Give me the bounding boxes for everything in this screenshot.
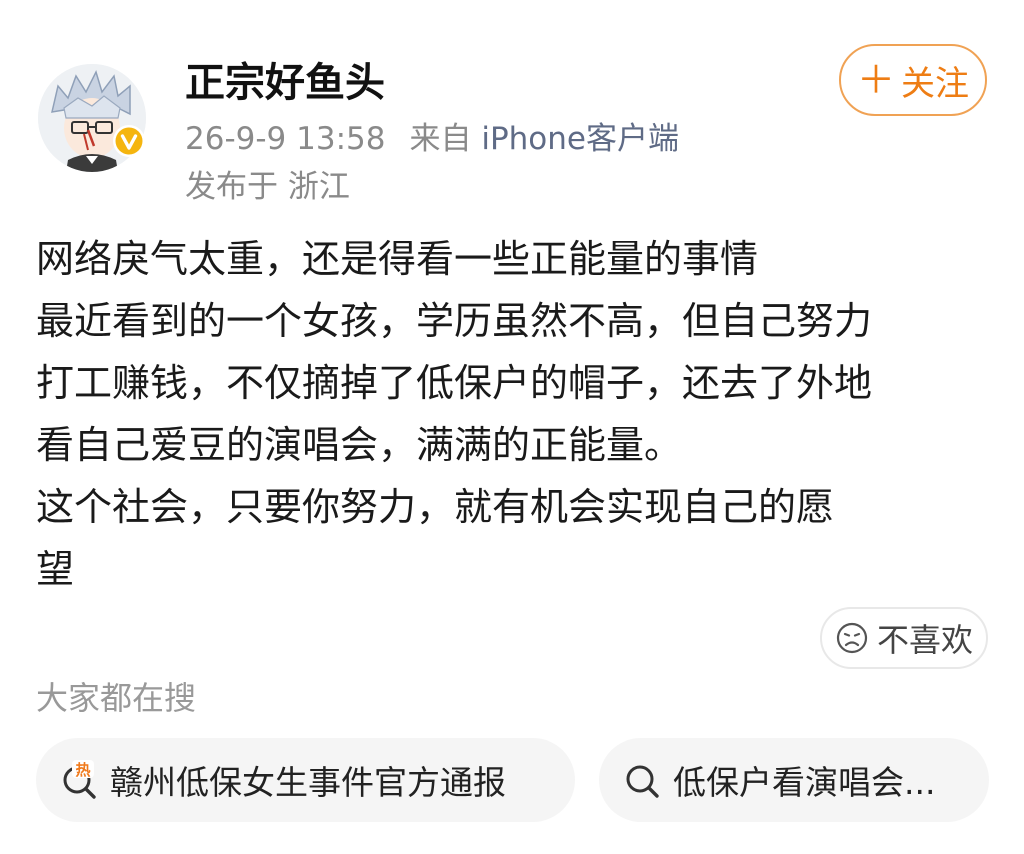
hot-badge: 热 [75, 761, 90, 779]
post-content: 网络戾气太重，还是得看一些正能量的事情 最近看到的一个女孩，学历虽然不高，但自己… [36, 228, 996, 600]
post-client: iPhone客户端 [481, 121, 679, 157]
dislike-button[interactable]: 不喜欢 [820, 607, 988, 669]
trending-search-chip[interactable]: 低保户看演唱会... [599, 738, 989, 822]
post-time: 26-9-9 13:58 [185, 121, 386, 157]
post-source-label: 来自 [409, 121, 472, 157]
follow-button-label: 关注 [901, 63, 969, 104]
plus-icon: ＋ [856, 58, 895, 102]
post-line: 最近看到的一个女孩，学历虽然不高，但自己努力 [36, 299, 873, 343]
post-line: 看自己爱豆的演唱会，满满的正能量。 [36, 423, 683, 467]
post-location: 发布于 浙江 [185, 169, 350, 205]
trending-search-label: 低保户看演唱会... [673, 763, 936, 802]
verified-badge-icon [112, 124, 146, 158]
search-icon [626, 765, 659, 798]
trending-search-label: 赣州低保女生事件官方通报 [110, 763, 506, 802]
trending-search-chip[interactable]: 热 赣州低保女生事件官方通报 [36, 738, 575, 822]
trending-title: 大家都在搜 [36, 679, 197, 717]
hot-search-icon: 热 [63, 760, 96, 799]
post-meta: 26-9-9 13:58 来自 iPhone客户端 [185, 113, 679, 158]
sad-face-icon [836, 622, 868, 654]
follow-button[interactable]: ＋ 关注 [839, 44, 987, 116]
dislike-button-label: 不喜欢 [876, 621, 973, 659]
post-line: 这个社会，只要你努力，就有机会实现自己的愿 [36, 485, 835, 529]
post-line: 打工赚钱，不仅摘掉了低保户的帽子，还去了外地 [36, 361, 873, 405]
post-line: 网络戾气太重，还是得看一些正能量的事情 [36, 237, 759, 281]
post-line: 望 [36, 547, 75, 591]
user-name[interactable]: 正宗好鱼头 [185, 50, 385, 108]
